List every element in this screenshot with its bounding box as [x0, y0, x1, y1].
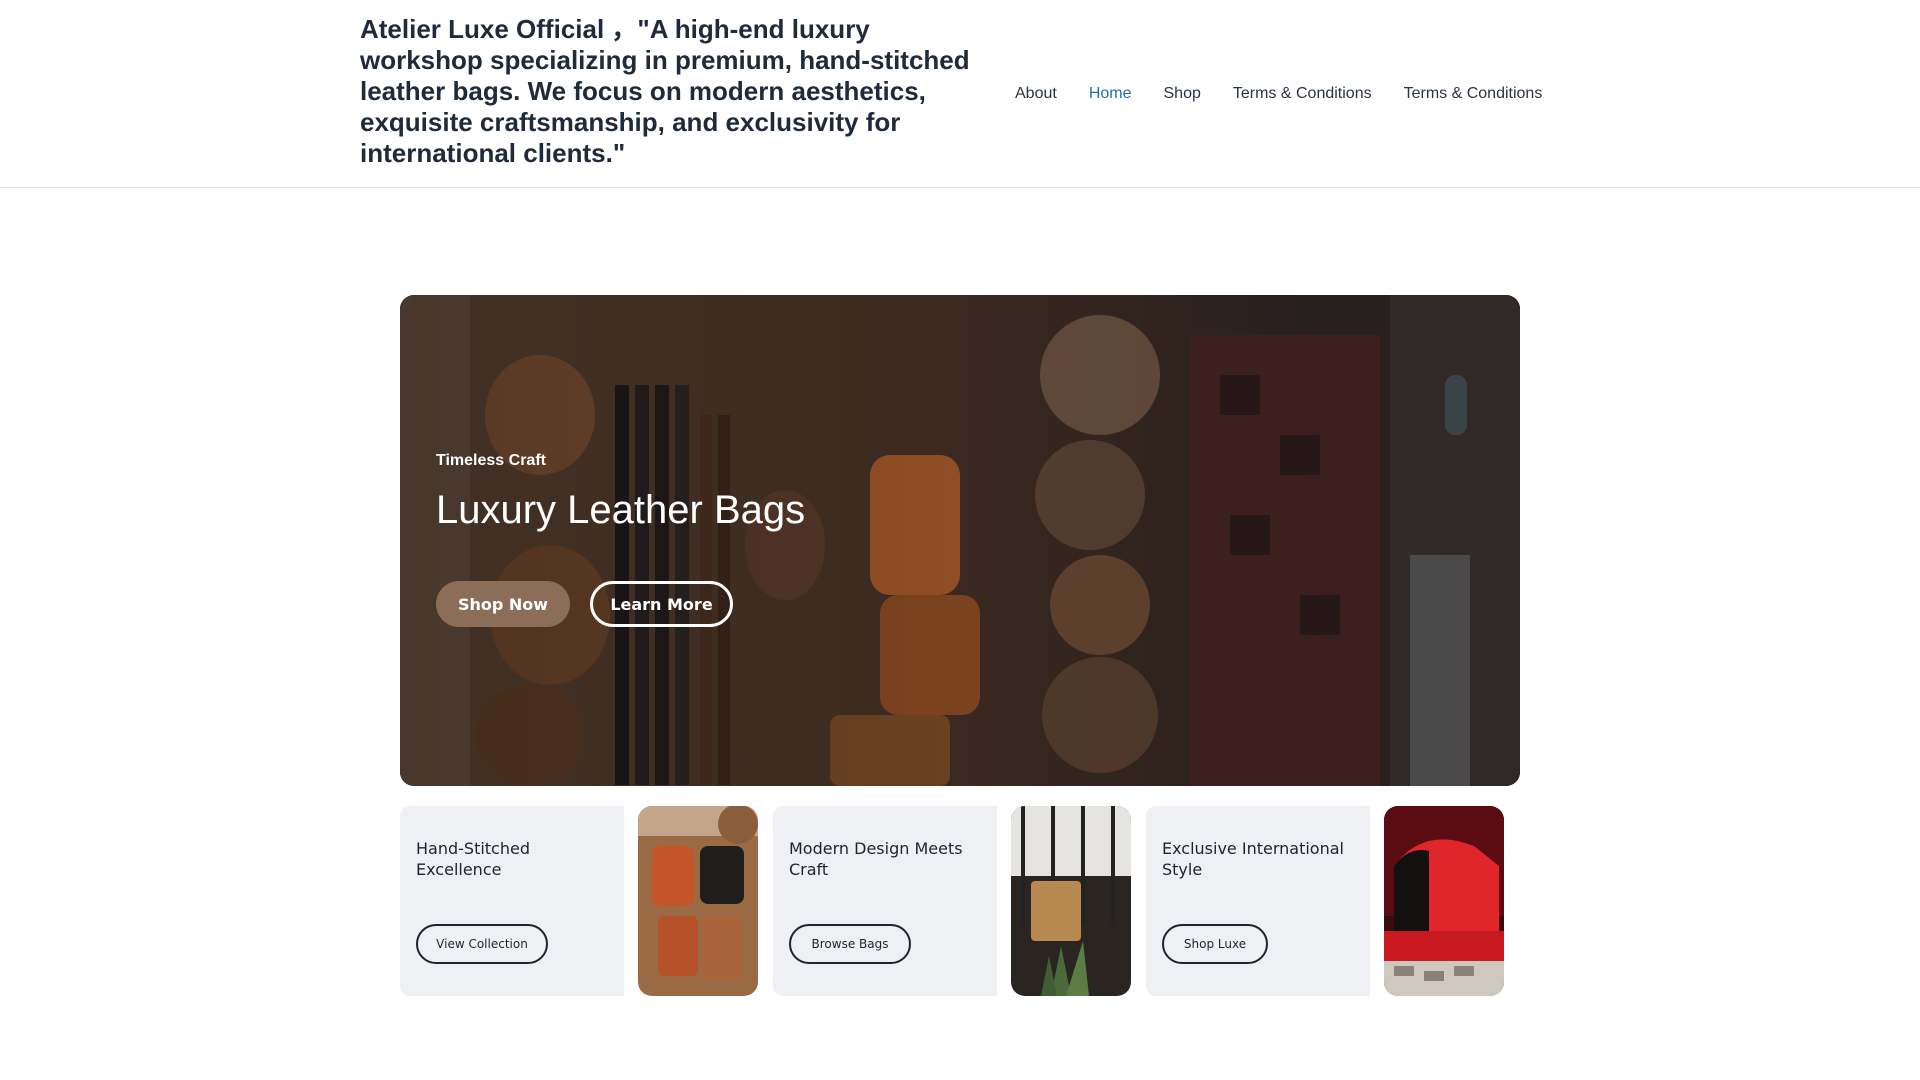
- learn-more-button[interactable]: Learn More: [590, 581, 733, 627]
- brand-title[interactable]: Atelier Luxe Official ，"A high-end luxur…: [360, 14, 980, 169]
- main-nav: About Home Shop Terms & Conditions Terms…: [1015, 83, 1542, 105]
- feature-card-title: Modern Design Meets Craft: [789, 839, 963, 879]
- shop-now-button[interactable]: Shop Now: [436, 581, 570, 627]
- shop-luxe-button[interactable]: Shop Luxe: [1162, 924, 1268, 964]
- browse-bags-button[interactable]: Browse Bags: [789, 924, 911, 964]
- feature-card-title: Hand-Stitched Excellence: [416, 839, 530, 879]
- hero-eyebrow: Timeless Craft: [436, 452, 546, 469]
- nav-link-terms-2[interactable]: Terms & Conditions: [1404, 85, 1543, 103]
- hero-overlay: [400, 295, 1520, 786]
- view-collection-button[interactable]: View Collection: [416, 924, 548, 964]
- hero-title: Luxury Leather Bags: [436, 488, 806, 532]
- feature-card-title: Exclusive International Style: [1162, 839, 1344, 879]
- feature-card-panel: Hand-Stitched Excellence View Collection: [400, 806, 624, 996]
- nav-link-home[interactable]: Home: [1089, 85, 1132, 103]
- feature-card-image: [638, 806, 758, 996]
- nav-link-about[interactable]: About: [1015, 85, 1057, 103]
- site-header: Atelier Luxe Official ，"A high-end luxur…: [0, 0, 1920, 188]
- nav-link-terms[interactable]: Terms & Conditions: [1233, 85, 1372, 103]
- feature-card-panel: Exclusive International Style Shop Luxe: [1146, 806, 1370, 996]
- nav-link-shop[interactable]: Shop: [1164, 85, 1201, 103]
- feature-card-image: [1011, 806, 1131, 996]
- hero-banner: Timeless Craft Luxury Leather Bags Shop …: [400, 295, 1520, 786]
- feature-card-image: [1384, 806, 1504, 996]
- feature-card-panel: Modern Design Meets Craft Browse Bags: [773, 806, 997, 996]
